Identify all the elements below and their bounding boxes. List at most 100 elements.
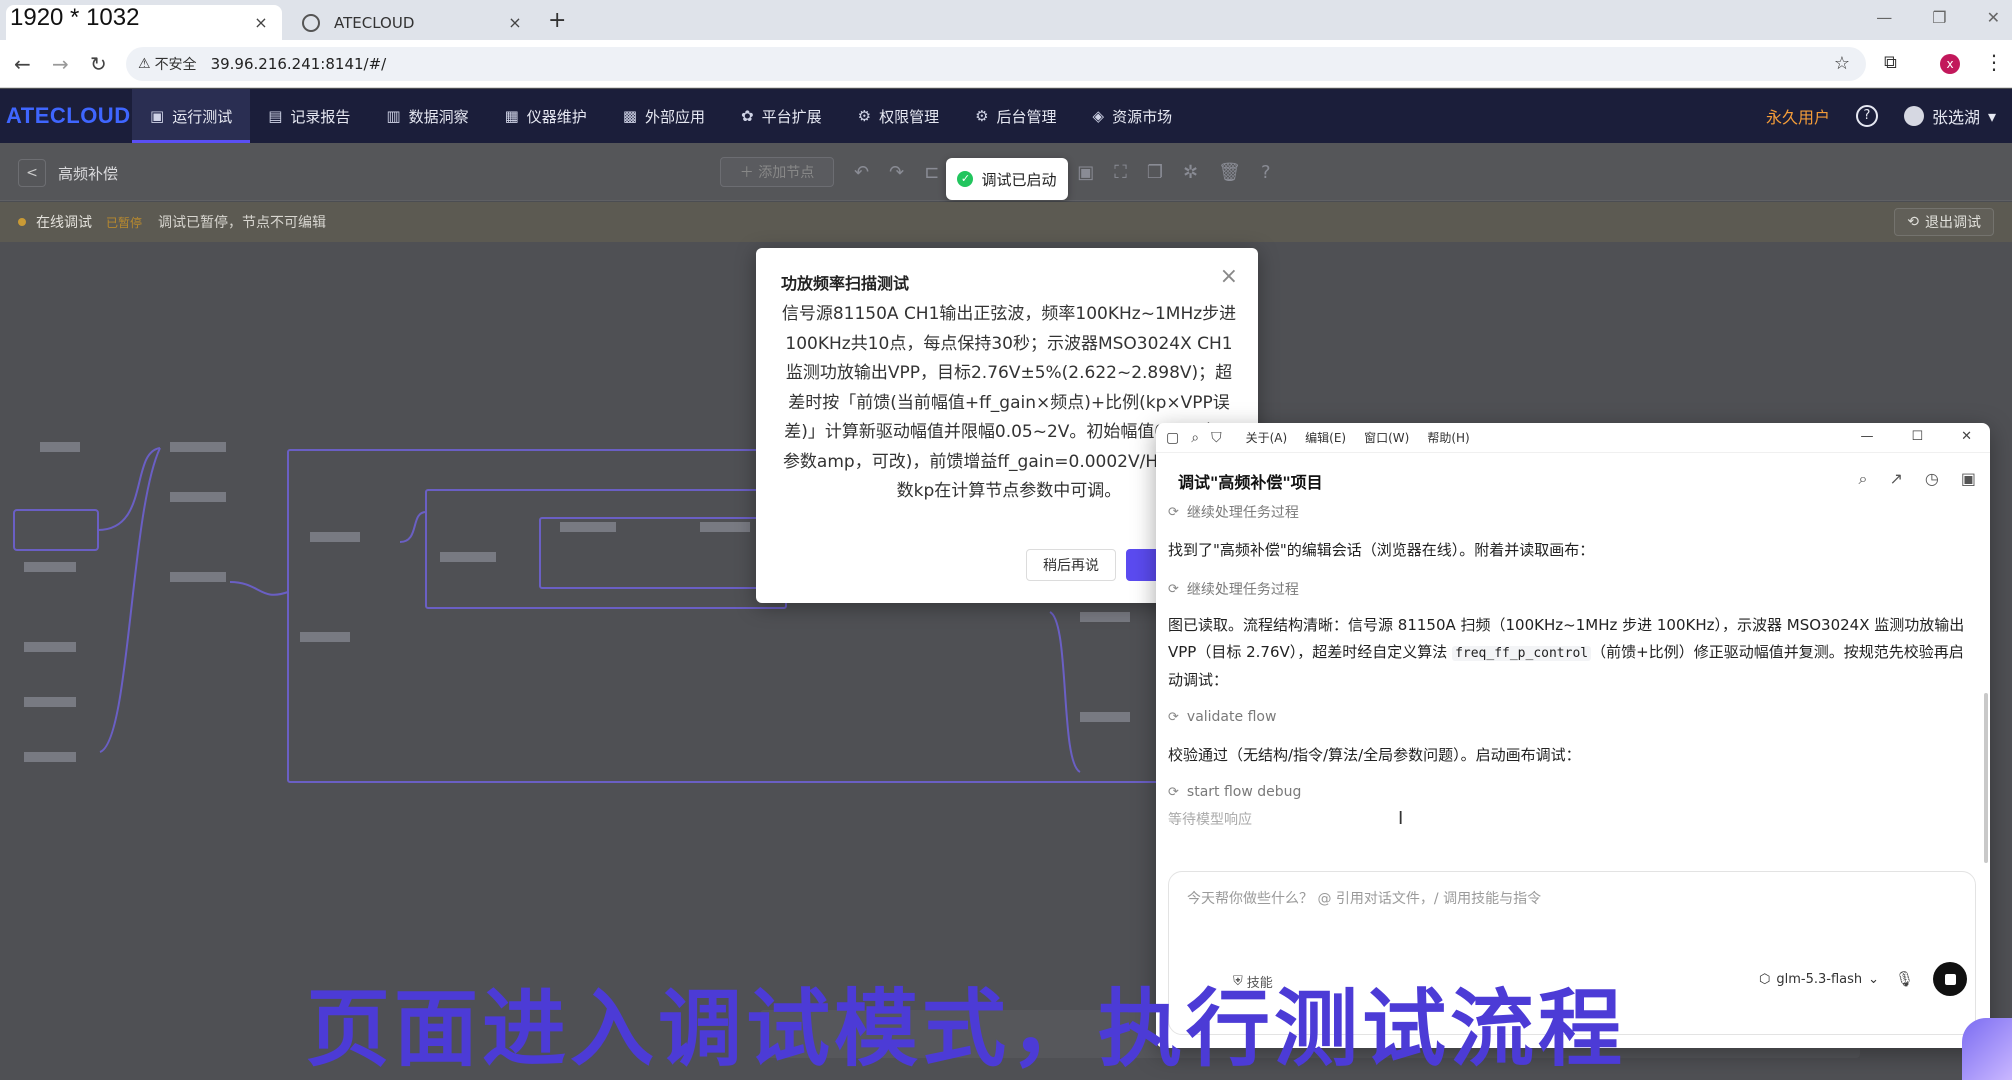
- layout-icon[interactable]: ⊏: [924, 162, 939, 183]
- nav-records[interactable]: ▤ 记录报告: [250, 89, 368, 143]
- tab-close-icon[interactable]: ×: [504, 13, 526, 32]
- insecure-indicator[interactable]: ⚠ 不安全: [138, 54, 197, 74]
- search-icon[interactable]: ⌕: [1191, 430, 1199, 446]
- nav-platform-ext[interactable]: ✿ 平台扩展: [723, 89, 840, 143]
- resolution-label: 1920 * 1032: [10, 4, 140, 31]
- check-icon: ✓: [957, 171, 974, 187]
- maximize-icon[interactable]: ☐: [1911, 429, 1923, 444]
- scrollbar[interactable]: [1984, 693, 1988, 863]
- flow-node: [560, 522, 616, 532]
- assistant-window-controls: — ☐ ✕: [1860, 429, 1972, 444]
- nav-run-test[interactable]: ▣ 运行测试: [132, 89, 251, 143]
- tab-title: ATECLOUD: [334, 13, 415, 32]
- fullscreen-icon[interactable]: ⛶: [1114, 162, 1127, 183]
- menu-window[interactable]: 窗口(W): [1364, 429, 1409, 446]
- nav-permissions[interactable]: ⚙ 权限管理: [840, 89, 957, 143]
- flow-node: [170, 572, 226, 582]
- debug-status-bar: 在线调试 已暂停 调试已暂停，节点不可编辑 ⟲ 退出调试: [0, 202, 2012, 242]
- composer-input[interactable]: 今天帮你做些什么？ @ 引用对话文件，/ 调用技能与指令: [1187, 888, 1541, 908]
- copy-icon[interactable]: ❐: [1147, 162, 1163, 183]
- back-button[interactable]: <: [18, 159, 46, 187]
- nav-label: 平台扩展: [761, 107, 822, 126]
- help-icon[interactable]: ?: [1855, 105, 1878, 127]
- group-frame: [425, 489, 787, 609]
- sidebar-toggle-icon[interactable]: ▢: [1166, 430, 1179, 446]
- step-text: 继续处理任务过程: [1186, 582, 1299, 598]
- close-icon[interactable]: ×: [1220, 264, 1238, 289]
- stop-button[interactable]: [1933, 962, 1967, 996]
- nav-label: 外部应用: [645, 107, 706, 126]
- history-icon[interactable]: ◷: [1925, 469, 1939, 489]
- close-icon[interactable]: ✕: [1961, 429, 1972, 444]
- minimize-icon[interactable]: —: [1876, 8, 1892, 27]
- new-tab-button[interactable]: +: [548, 8, 566, 33]
- assistant-menubar: 关于(A) 编辑(E) 窗口(W) 帮助(H): [1246, 429, 1470, 446]
- permanent-user-badge: 永久用户: [1765, 108, 1830, 127]
- address-bar[interactable]: ⚠ 不安全 39.96.216.241:8141/#/ ☆: [126, 47, 1866, 81]
- process-step[interactable]: ⟳ 继续处理任务过程: [1168, 578, 1968, 600]
- conversation-actions: ⌕ ↗ ◷ ▣: [1859, 469, 1976, 489]
- puzzle-icon: ✿: [741, 107, 754, 125]
- nav-admin[interactable]: ⚙ 后台管理: [957, 89, 1074, 143]
- menu-edit[interactable]: 编辑(E): [1305, 429, 1346, 446]
- reload-icon[interactable]: ↻: [90, 52, 107, 76]
- modal-title: 功放频率扫描测试: [781, 274, 910, 293]
- permission-icon: ⚙: [857, 107, 872, 125]
- flow-node: [24, 642, 76, 652]
- minimize-icon[interactable]: —: [1860, 429, 1873, 444]
- browser-toolbar: ← → ↻ ⚠ 不安全 39.96.216.241:8141/#/ ☆: [0, 40, 2012, 88]
- help-small-icon[interactable]: ?: [1261, 162, 1271, 183]
- flow-name: 高频补偿: [58, 165, 119, 183]
- user-menu[interactable]: 张选湖 ▾: [1903, 104, 1996, 128]
- model-selector[interactable]: ⬡ glm-5.3-flash ⌄: [1759, 972, 1879, 987]
- url-text[interactable]: 39.96.216.241:8141/#/: [211, 55, 387, 73]
- tab-close-icon[interactable]: ×: [250, 13, 272, 32]
- nav-instruments[interactable]: ▦ 仪器维护: [487, 89, 605, 143]
- restore-icon[interactable]: ❐: [1932, 8, 1946, 27]
- assistant-message: 找到了"高频补偿"的编辑会话（浏览器在线）。附着并读取画布：: [1168, 541, 1595, 559]
- exit-debug-button[interactable]: ⟲ 退出调试: [1894, 208, 1994, 236]
- video-caption: 页面进入调试模式，执行测试流程: [306, 980, 1627, 1078]
- share-icon[interactable]: ↗: [1890, 469, 1903, 489]
- menu-help[interactable]: 帮助(H): [1427, 429, 1469, 446]
- process-step[interactable]: ⟳ 继续处理任务过程: [1168, 501, 1968, 523]
- process-step[interactable]: ⟳ start flow debug: [1168, 781, 1968, 803]
- add-node-button[interactable]: ＋ 添加节点: [720, 157, 834, 187]
- status-dot: [18, 218, 26, 226]
- search-icon[interactable]: ⌕: [1859, 469, 1868, 489]
- delete-icon[interactable]: 🗑: [1218, 162, 1241, 183]
- close-window-icon[interactable]: ✕: [1987, 8, 2000, 27]
- process-icon: ⟳: [1168, 784, 1179, 800]
- panel-icon[interactable]: ▣: [1961, 469, 1976, 489]
- nav-data-insight[interactable]: ▥ 数据洞察: [368, 89, 486, 143]
- browser-menu-icon[interactable]: ⋮: [1984, 50, 2004, 74]
- profile-avatar[interactable]: x: [1940, 54, 1960, 74]
- model-name: glm-5.3-flash: [1776, 972, 1863, 987]
- microphone-icon[interactable]: 🎙: [1895, 970, 1914, 988]
- nav-resource-market[interactable]: ◈ 资源市场: [1075, 89, 1191, 143]
- step-text: 继续处理任务过程: [1186, 505, 1299, 521]
- forward-arrow-icon[interactable]: →: [52, 52, 69, 76]
- undo-icon[interactable]: ↶: [854, 162, 869, 183]
- insecure-label: 不安全: [154, 57, 197, 73]
- bookmark-star-icon[interactable]: ☆: [1834, 53, 1850, 74]
- flow-node: [700, 522, 750, 532]
- redo-icon[interactable]: ↷: [889, 162, 904, 183]
- flow-node: [13, 509, 99, 551]
- flow-edge: [1049, 611, 1081, 773]
- flow-node: [24, 752, 76, 762]
- browser-tab-atecloud[interactable]: ATECLOUD ×: [290, 5, 536, 40]
- conversation-title: 调试"高频补偿"项目: [1178, 473, 1323, 492]
- extensions-icon[interactable]: ⧉: [1884, 52, 1897, 73]
- later-button[interactable]: 稍后再说: [1026, 549, 1116, 581]
- menu-about[interactable]: 关于(A): [1246, 429, 1288, 446]
- nav-external-apps[interactable]: ▩ 外部应用: [605, 89, 723, 143]
- process-step[interactable]: ⟳ validate flow: [1168, 706, 1968, 728]
- frame-icon[interactable]: ▣: [1077, 162, 1094, 183]
- filter-icon[interactable]: ⛉: [1211, 430, 1222, 446]
- message-list: ⟳ 继续处理任务过程 找到了"高频补偿"的编辑会话（浏览器在线）。附着并读取画布：…: [1168, 501, 1968, 829]
- nav-label: 权限管理: [879, 107, 940, 126]
- mascot-image: [1962, 1018, 2012, 1080]
- bug-icon[interactable]: ✲: [1183, 162, 1198, 183]
- back-arrow-icon[interactable]: ←: [14, 52, 31, 76]
